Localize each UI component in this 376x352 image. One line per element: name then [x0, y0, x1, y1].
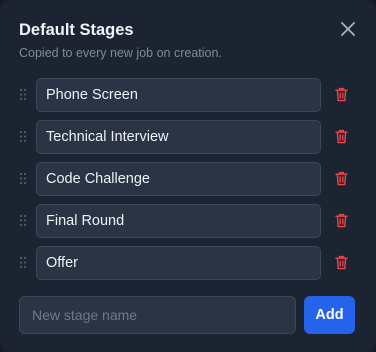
dialog-subtitle: Copied to every new job on creation.: [19, 46, 222, 60]
stage-row: [0, 78, 376, 112]
stage-row: [0, 246, 376, 280]
stage-name-input[interactable]: [36, 162, 321, 196]
stage-name-input[interactable]: [36, 246, 321, 280]
stage-list: [0, 78, 376, 288]
trash-icon[interactable]: [335, 213, 348, 228]
stage-row: [0, 204, 376, 238]
trash-icon[interactable]: [335, 87, 348, 102]
trash-icon[interactable]: [335, 255, 348, 270]
drag-handle-icon[interactable]: [20, 257, 26, 268]
drag-handle-icon[interactable]: [20, 173, 26, 184]
stage-name-input[interactable]: [36, 204, 321, 238]
trash-icon[interactable]: [335, 129, 348, 144]
dialog-title: Default Stages: [19, 21, 134, 39]
trash-icon[interactable]: [335, 171, 348, 186]
drag-handle-icon[interactable]: [20, 131, 26, 142]
stage-name-input[interactable]: [36, 78, 321, 112]
add-stage-button[interactable]: Add: [304, 296, 355, 334]
close-icon[interactable]: [340, 21, 356, 37]
new-stage-input[interactable]: [19, 296, 296, 334]
drag-handle-icon[interactable]: [20, 89, 26, 100]
default-stages-dialog: Default Stages Copied to every new job o…: [0, 0, 376, 352]
stage-row: [0, 162, 376, 196]
stage-row: [0, 120, 376, 154]
drag-handle-icon[interactable]: [20, 215, 26, 226]
stage-name-input[interactable]: [36, 120, 321, 154]
